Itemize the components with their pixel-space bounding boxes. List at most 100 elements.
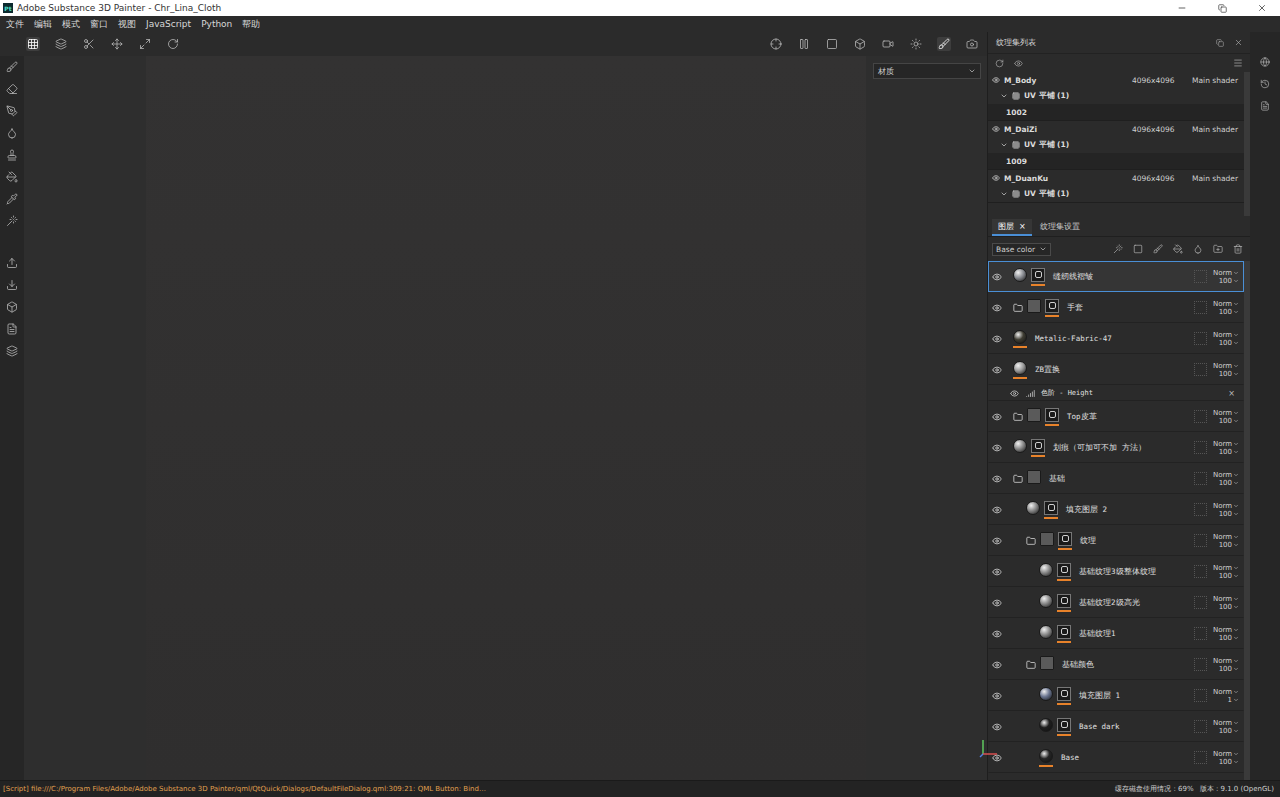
menu-item[interactable]: 视图 [118, 18, 136, 31]
layer-option-box[interactable] [1194, 658, 1207, 671]
layer-row[interactable]: 填充图层 1Norm1 [988, 680, 1244, 711]
grid-icon[interactable] [26, 37, 40, 51]
opacity-value[interactable]: 100 [1219, 308, 1239, 316]
mask-thumbnail[interactable] [1057, 687, 1071, 701]
bake-icon[interactable] [5, 300, 19, 314]
mask-thumbnail[interactable] [1031, 439, 1045, 453]
blend-controls[interactable]: Norm100 [1211, 471, 1239, 487]
opacity-value[interactable]: 100 [1219, 370, 1239, 378]
blend-controls[interactable]: Norm100 [1211, 626, 1239, 642]
close-panel-icon[interactable] [1233, 37, 1244, 48]
layer-row[interactable]: 基础纹理2级高光Norm100 [988, 587, 1244, 618]
brush-icon[interactable] [5, 60, 19, 74]
material-icon[interactable] [1192, 243, 1204, 255]
uv-tile[interactable]: 1002 [988, 104, 1244, 120]
float-icon[interactable] [1215, 38, 1225, 48]
minimize-icon[interactable] [1164, 0, 1200, 16]
blend-mode[interactable]: Norm [1213, 564, 1239, 572]
opacity-value[interactable]: 100 [1219, 339, 1239, 347]
expand-chevron-icon[interactable] [1000, 92, 1008, 100]
visibility-eye-icon[interactable] [992, 76, 1000, 84]
blend-controls[interactable]: Norm100 [1211, 719, 1239, 735]
export-icon[interactable] [5, 256, 19, 270]
blend-controls[interactable]: Norm100 [1211, 300, 1239, 316]
blend-mode[interactable]: Norm [1213, 626, 1239, 634]
layer-row[interactable]: 基础纹理3级整体纹理Norm100 [988, 556, 1244, 587]
eraser-icon[interactable] [5, 82, 19, 96]
symmetry-icon[interactable] [82, 37, 96, 51]
layer-effect-row[interactable]: 色阶 - Height× [988, 385, 1244, 401]
expand-chevron-icon[interactable] [1000, 190, 1008, 198]
visibility-eye-icon[interactable] [992, 125, 1000, 133]
blend-mode[interactable]: Norm [1213, 300, 1239, 308]
opacity-value[interactable]: 100 [1219, 541, 1239, 549]
layer-option-box[interactable] [1194, 720, 1207, 733]
layer-option-box[interactable] [1194, 596, 1207, 609]
folder-row[interactable]: 手套Norm100 [988, 292, 1244, 323]
texture-set[interactable]: M_DaiZi4096x4096Main shaderUV 平铺 (1)1009 [988, 121, 1244, 170]
channel-select[interactable]: Base color [992, 243, 1051, 256]
settings-icon[interactable] [5, 344, 19, 358]
layer-option-box[interactable] [1194, 689, 1207, 702]
visibility-eye-icon[interactable] [989, 691, 1005, 701]
add-folder-icon[interactable] [1212, 243, 1224, 255]
paint-icon[interactable] [937, 37, 951, 51]
fill-layer-icon[interactable] [1172, 243, 1184, 255]
blend-mode[interactable]: Norm [1213, 471, 1239, 479]
uv-row[interactable]: UV 平铺 (1) [988, 186, 1244, 202]
opacity-value[interactable]: 100 [1219, 758, 1239, 766]
blend-mode[interactable]: Norm [1213, 657, 1239, 665]
visibility-eye-icon[interactable] [989, 536, 1005, 546]
history-icon[interactable] [1259, 78, 1271, 90]
blend-controls[interactable]: Norm100 [1211, 595, 1239, 611]
viewport[interactable]: 材质 [24, 56, 987, 780]
visibility-eye-icon[interactable] [989, 598, 1005, 608]
document-icon[interactable] [1259, 100, 1271, 112]
menu-item[interactable]: 文件 [6, 18, 24, 31]
tab[interactable]: 纹理集设置 [1034, 219, 1086, 236]
uv-row[interactable]: UV 平铺 (1) [988, 88, 1244, 104]
tab-close[interactable]: × [1019, 222, 1026, 231]
blend-mode[interactable]: Norm [1213, 409, 1239, 417]
video-icon[interactable] [881, 37, 895, 51]
opacity-value[interactable]: 1 [1228, 696, 1239, 704]
smudge-icon[interactable] [5, 126, 19, 140]
folder-row[interactable]: 基础颜色Norm100 [988, 649, 1244, 680]
layer-option-box[interactable] [1194, 565, 1207, 578]
mask-icon[interactable] [1132, 243, 1144, 255]
menu-item[interactable]: 窗口 [90, 18, 108, 31]
layer-row[interactable]: 填充图层 2Norm100 [988, 494, 1244, 525]
paint-layer-icon[interactable] [1152, 243, 1164, 255]
uv-row[interactable]: UV 平铺 (1) [988, 137, 1244, 153]
layer-option-box[interactable] [1194, 751, 1207, 764]
layer-row[interactable]: 基础纹理1Norm100 [988, 618, 1244, 649]
visibility-eye-icon[interactable] [989, 365, 1005, 375]
visibility-eye-icon[interactable] [989, 505, 1005, 515]
blend-mode[interactable]: Norm [1213, 750, 1239, 758]
layer-row[interactable]: BaseNorm100 [988, 742, 1244, 773]
layer-row[interactable]: ZB置换Norm100 [988, 354, 1244, 385]
blend-controls[interactable]: Norm100 [1211, 362, 1239, 378]
picker-icon[interactable] [5, 192, 19, 206]
pen-icon[interactable] [5, 104, 19, 118]
layer-row[interactable]: Metalic-Fabric-47Norm100 [988, 323, 1244, 354]
blend-mode[interactable]: Norm [1213, 331, 1239, 339]
blend-controls[interactable]: Norm100 [1211, 331, 1239, 347]
texture-set[interactable]: M_DuanKu4096x4096Main shaderUV 平铺 (1) [988, 170, 1244, 203]
opacity-value[interactable]: 100 [1219, 448, 1239, 456]
visibility-eye-icon[interactable] [1006, 389, 1022, 398]
import-icon[interactable] [5, 278, 19, 292]
opacity-value[interactable]: 100 [1219, 277, 1239, 285]
layer-option-box[interactable] [1194, 534, 1207, 547]
blend-controls[interactable]: Norm100 [1211, 533, 1239, 549]
mask-thumbnail[interactable] [1045, 408, 1059, 422]
tab[interactable]: 图层× [992, 219, 1032, 236]
layer-option-box[interactable] [1194, 410, 1207, 423]
opacity-value[interactable]: 100 [1219, 634, 1239, 642]
mask-thumbnail[interactable] [1031, 268, 1045, 282]
blend-controls[interactable]: Norm100 [1211, 750, 1239, 766]
visibility-eye-icon[interactable] [992, 174, 1000, 182]
folder-row[interactable]: 基础Norm100 [988, 463, 1244, 494]
menu-item[interactable]: Python [201, 19, 232, 29]
view-mode-select[interactable]: 材质 [873, 63, 981, 79]
